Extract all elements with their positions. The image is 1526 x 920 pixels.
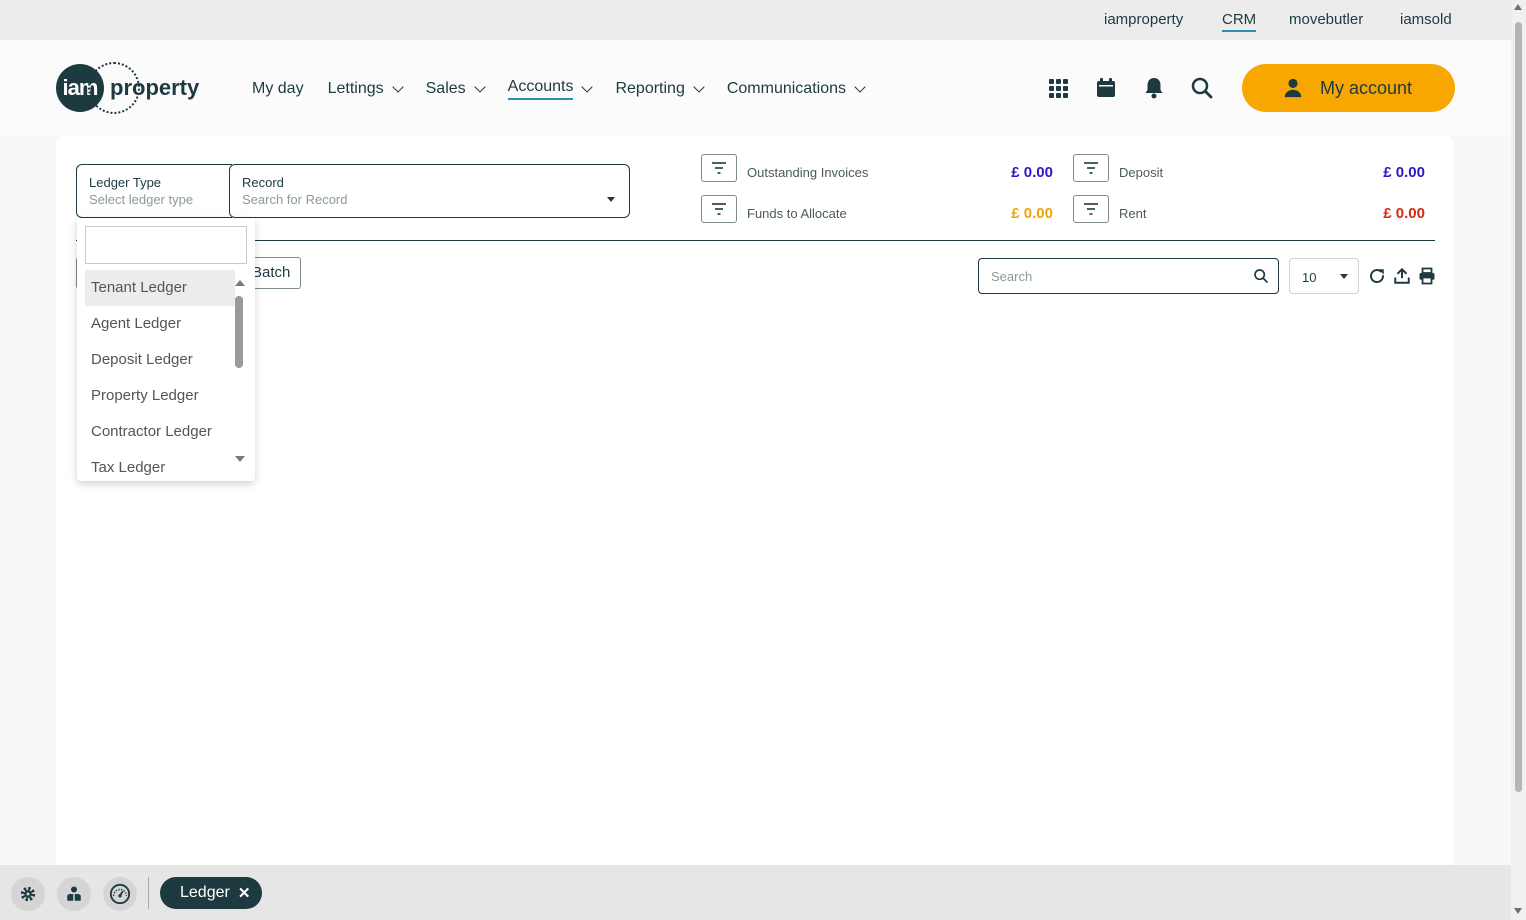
nav-communications[interactable]: Communications: [726, 78, 866, 100]
search-icon: [1254, 269, 1268, 283]
ledger-panel: Ledger Type Select ledger type Record Se…: [56, 136, 1454, 865]
nav-label: Sales: [425, 80, 466, 97]
export-icon[interactable]: [1393, 267, 1411, 285]
apps-grid-icon[interactable]: [1046, 76, 1070, 100]
nav-label: Communications: [726, 80, 846, 97]
filter-lines-icon: [712, 203, 726, 215]
settings-button[interactable]: [11, 877, 45, 911]
top-link-iamproperty[interactable]: iamproperty: [1104, 11, 1183, 28]
caret-down-icon: [1340, 274, 1348, 279]
my-account-button[interactable]: My account: [1242, 64, 1455, 112]
print-icon[interactable]: [1418, 267, 1436, 285]
stat-label-deposit: Deposit: [1119, 165, 1164, 180]
option-agent-ledger[interactable]: Agent Ledger: [85, 306, 235, 342]
main-header: iam property My day Lettings Sales Accou…: [0, 40, 1511, 136]
main-nav: My day Lettings Sales Accounts Reporting…: [252, 78, 866, 100]
page-size-select[interactable]: 10: [1289, 258, 1359, 294]
filter-outstanding-invoices-button[interactable]: [701, 154, 737, 182]
filter-funds-to-allocate-button[interactable]: [701, 195, 737, 223]
chevron-down-icon: [473, 81, 486, 93]
chevron-down-icon: [854, 81, 866, 93]
scroll-thumb[interactable]: [1515, 22, 1522, 792]
option-tax-ledger[interactable]: Tax Ledger: [85, 450, 235, 476]
nav-lettings[interactable]: Lettings: [327, 78, 404, 100]
taskbar-separator: [148, 877, 149, 909]
nav-label: My day: [252, 80, 304, 97]
record-placeholder: Search for Record: [242, 192, 348, 207]
record-label: Record: [242, 175, 284, 190]
dropdown-scrollbar[interactable]: [235, 270, 247, 476]
bell-icon[interactable]: [1142, 76, 1166, 100]
settings-icon: [20, 886, 36, 902]
chevron-down-icon: [391, 81, 404, 93]
dropdown-scroll-thumb[interactable]: [235, 296, 243, 368]
scroll-down-icon[interactable]: [1514, 908, 1522, 914]
ledger-type-dropdown: Tenant Ledger Agent Ledger Deposit Ledge…: [77, 218, 255, 481]
bottom-taskbar: Ledger ✕: [0, 865, 1511, 920]
filter-lines-icon: [712, 162, 726, 174]
filter-lines-icon: [1084, 203, 1098, 215]
stat-label-rent: Rent: [1119, 206, 1147, 221]
ledger-type-select[interactable]: Ledger Type Select ledger type: [76, 164, 232, 218]
nav-my-day[interactable]: My day: [252, 78, 304, 100]
dropdown-search-input[interactable]: [85, 226, 247, 264]
stat-label-funds-to-allocate: Funds to Allocate: [747, 206, 847, 221]
caret-down-icon: [607, 197, 615, 202]
page-scrollbar[interactable]: [1511, 0, 1526, 920]
top-link-movebutler[interactable]: movebutler: [1289, 11, 1363, 28]
stat-value-rent: £ 0.00: [1383, 205, 1425, 222]
dropdown-options: Tenant Ledger Agent Ledger Deposit Ledge…: [85, 270, 235, 476]
stat-value-funds-to-allocate: £ 0.00: [1011, 205, 1053, 222]
dashboard-button[interactable]: [103, 877, 137, 911]
user-icon: [1284, 78, 1302, 98]
top-strip: iamproperty CRM movebutler iamsold: [0, 0, 1511, 40]
nav-sales[interactable]: Sales: [425, 78, 486, 100]
logo-word: property: [110, 75, 200, 100]
dashboard-gauge-icon: [109, 883, 131, 905]
support-button[interactable]: [57, 877, 91, 911]
ledger-type-label: Ledger Type: [89, 175, 162, 190]
taskbar-tab-ledger[interactable]: Ledger ✕: [160, 877, 262, 909]
calendar-icon[interactable]: [1094, 76, 1118, 100]
chevron-down-icon: [693, 81, 705, 93]
table-search-input[interactable]: Search: [978, 258, 1279, 294]
nav-label: Lettings: [327, 80, 384, 97]
support-icon: [67, 886, 81, 901]
option-contractor-ledger[interactable]: Contractor Ledger: [85, 414, 235, 450]
filter-lines-icon: [1084, 162, 1098, 174]
filter-rent-button[interactable]: [1073, 195, 1109, 223]
stat-value-deposit: £ 0.00: [1383, 164, 1425, 181]
option-property-ledger[interactable]: Property Ledger: [85, 378, 235, 414]
taskbar-tab-label: Ledger: [180, 884, 230, 901]
refresh-icon[interactable]: [1368, 267, 1386, 285]
scroll-down-icon[interactable]: [235, 456, 245, 462]
nav-label: Accounts: [507, 78, 574, 100]
nav-label: Reporting: [615, 80, 685, 97]
record-search-select[interactable]: Record Search for Record: [229, 164, 630, 218]
page-size-value: 10: [1302, 270, 1317, 285]
section-divider: [76, 240, 1435, 241]
stat-label-outstanding-invoices: Outstanding Invoices: [747, 165, 869, 180]
iamproperty-logo[interactable]: iam property: [56, 62, 200, 114]
option-tenant-ledger[interactable]: Tenant Ledger: [85, 270, 235, 306]
search-icon[interactable]: [1190, 76, 1214, 100]
option-deposit-ledger[interactable]: Deposit Ledger: [85, 342, 235, 378]
ledger-type-placeholder: Select ledger type: [89, 192, 194, 207]
scroll-up-icon[interactable]: [1514, 4, 1522, 10]
my-account-label: My account: [1320, 77, 1413, 98]
scroll-up-icon[interactable]: [235, 280, 245, 286]
stat-value-outstanding-invoices: £ 0.00: [1011, 164, 1053, 181]
top-link-iamsold[interactable]: iamsold: [1400, 11, 1452, 28]
nav-accounts[interactable]: Accounts: [507, 78, 594, 100]
nav-reporting[interactable]: Reporting: [615, 78, 705, 100]
top-link-crm[interactable]: CRM: [1222, 11, 1257, 32]
table-search-placeholder: Search: [991, 269, 1033, 284]
close-icon[interactable]: ✕: [238, 884, 251, 902]
chevron-down-icon: [581, 81, 594, 93]
filter-deposit-button[interactable]: [1073, 154, 1109, 182]
